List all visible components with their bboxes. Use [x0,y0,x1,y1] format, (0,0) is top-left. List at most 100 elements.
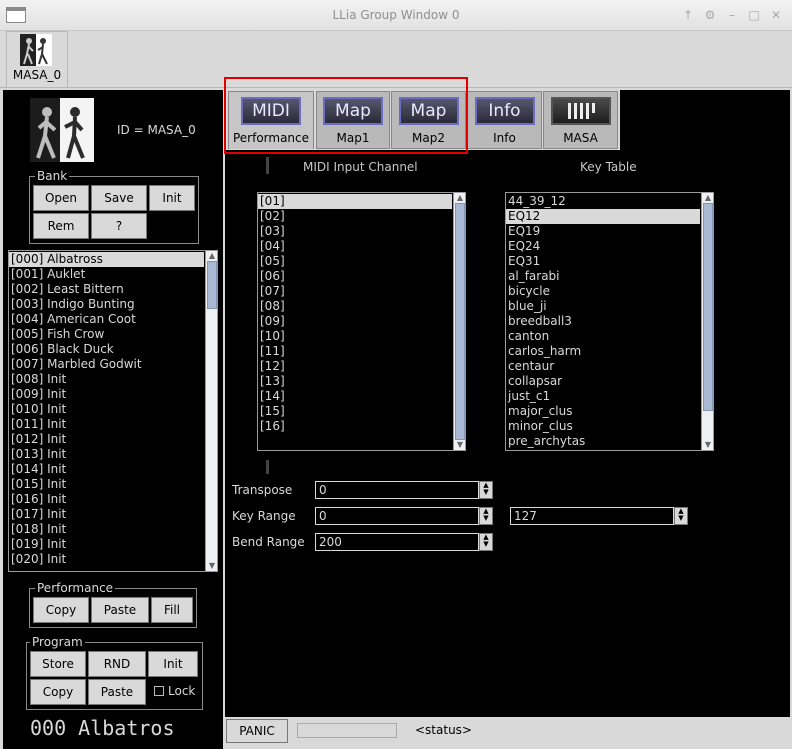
program-list-item[interactable]: [016] Init [9,492,204,507]
key-table-item[interactable]: major_clus [506,404,700,419]
key-table-item[interactable]: 44_39_12 [506,194,700,209]
maximize-button[interactable]: □ [746,7,762,23]
midi-channel-item[interactable]: [05] [258,254,452,269]
program-list-item[interactable]: [011] Init [9,417,204,432]
midi-channel-item[interactable]: [03] [258,224,452,239]
keep-above-icon[interactable]: ↑ [680,7,696,23]
panic-button[interactable]: PANIC [226,719,288,743]
performance-fill-button[interactable]: Fill [151,597,193,623]
bank-save-button[interactable]: Save [91,185,147,211]
bend-range-input[interactable]: 200 [315,533,479,551]
program-list-item[interactable]: [012] Init [9,432,204,447]
key-table-item[interactable]: blue_ji [506,299,700,314]
bend-range-spinner[interactable]: ▲ ▼ [479,533,493,551]
midi-channel-item[interactable]: [16] [258,419,452,434]
midi-channel-item[interactable]: [08] [258,299,452,314]
program-list-item[interactable]: [020] Init [9,552,204,567]
midi-channel-item[interactable]: [14] [258,389,452,404]
scroll-down-icon[interactable]: ▼ [206,561,217,571]
transpose-spinner[interactable]: ▲ ▼ [479,481,493,499]
midi-channel-item[interactable]: [13] [258,374,452,389]
midi-channel-item[interactable]: [11] [258,344,452,359]
tab-info[interactable]: Info Info [467,91,542,149]
program-list-item[interactable]: [002] Least Bittern [9,282,204,297]
program-list-scrollbar[interactable]: ▲ ▼ [205,251,217,571]
program-list-item[interactable]: [015] Init [9,477,204,492]
program-list-item[interactable]: [009] Init [9,387,204,402]
tab-masa[interactable]: MASA [543,91,618,149]
bank-remove-button[interactable]: Rem [33,213,89,239]
program-list-item[interactable]: [001] Auklet [9,267,204,282]
program-list-item[interactable]: [007] Marbled Godwit [9,357,204,372]
program-init-button[interactable]: Init [148,651,198,677]
scroll-down-icon[interactable]: ▼ [454,440,465,450]
bank-help-button[interactable]: ? [91,213,147,239]
program-list-item[interactable]: [019] Init [9,537,204,552]
program-list-item[interactable]: [003] Indigo Bunting [9,297,204,312]
program-list-item[interactable]: [005] Fish Crow [9,327,204,342]
midi-channel-item[interactable]: [10] [258,329,452,344]
key-table-list[interactable]: 44_39_12 EQ12 EQ19 EQ24 EQ31 al_farabi bicycle… [505,192,714,451]
key-table-scrollbar[interactable]: ▲ ▼ [701,193,713,450]
program-list-item[interactable]: [014] Init [9,462,204,477]
key-range-high-input[interactable]: 127 [510,507,674,525]
midi-channel-item[interactable]: [15] [258,404,452,419]
program-list-item[interactable]: [006] Black Duck [9,342,204,357]
program-list-item[interactable]: [000] Albatross [9,252,204,267]
scrollbar-thumb[interactable] [207,261,217,309]
scrollbar-thumb[interactable] [703,203,713,411]
key-table-item[interactable]: al_farabi [506,269,700,284]
key-table-item[interactable]: carlos_harm [506,344,700,359]
shade-icon[interactable]: ⚙ [702,7,718,23]
program-random-button[interactable]: RND [88,651,146,677]
transpose-input[interactable]: 0 [315,481,479,499]
key-table-item[interactable]: collapsar [506,374,700,389]
key-table-item[interactable]: canton [506,329,700,344]
performance-paste-button[interactable]: Paste [91,597,149,623]
key-table-item[interactable]: EQ24 [506,239,700,254]
program-list-item[interactable]: [008] Init [9,372,204,387]
midi-channel-item[interactable]: [06] [258,269,452,284]
group-tab-masa[interactable]: MASA_0 [6,31,68,88]
key-table-item[interactable]: breedball3 [506,314,700,329]
close-button[interactable]: ✕ [768,7,784,23]
key-table-item[interactable]: EQ19 [506,224,700,239]
key-table-item[interactable]: bicycle [506,284,700,299]
key-range-low-input[interactable]: 0 [315,507,479,525]
program-list-item[interactable]: [010] Init [9,402,204,417]
key-table-item[interactable]: minor_clus [506,419,700,434]
program-list-item[interactable]: [004] American Coot [9,312,204,327]
midi-channel-scrollbar[interactable]: ▲ ▼ [453,193,465,450]
scroll-down-icon[interactable]: ▼ [702,440,713,450]
midi-channel-item[interactable]: [12] [258,359,452,374]
scrollbar-thumb[interactable] [455,203,465,440]
key-table-item[interactable]: EQ12 [506,209,700,224]
program-list-item[interactable]: [018] Init [9,522,204,537]
key-table-item[interactable]: EQ31 [506,254,700,269]
midi-channel-item[interactable]: [04] [258,239,452,254]
program-list-item[interactable]: [013] Init [9,447,204,462]
program-list[interactable]: [000] Albatross [001] Auklet [002] Least B… [8,250,218,572]
bank-init-button[interactable]: Init [149,185,195,211]
midi-channel-item[interactable]: [02] [258,209,452,224]
midi-channel-list[interactable]: [01] [02] [03] [04] [05] [06] [07] [08] [09] [10]… [257,192,466,451]
midi-channel-item[interactable]: [07] [258,284,452,299]
key-table-item[interactable]: centaur [506,359,700,374]
program-paste-button[interactable]: Paste [88,679,146,705]
lock-checkbox[interactable] [154,686,164,696]
performance-copy-button[interactable]: Copy [33,597,89,623]
program-copy-button[interactable]: Copy [30,679,86,705]
midi-channel-item[interactable]: [09] [258,314,452,329]
midi-channel-item[interactable]: [01] [258,194,452,209]
scroll-up-icon[interactable]: ▲ [454,193,465,203]
key-table-item[interactable]: pre_archytas [506,434,700,449]
key-table-item[interactable]: just_c1 [506,389,700,404]
scroll-up-icon[interactable]: ▲ [702,193,713,203]
scroll-up-icon[interactable]: ▲ [206,251,217,261]
program-list-item[interactable]: [017] Init [9,507,204,522]
key-range-low-spinner[interactable]: ▲ ▼ [479,507,493,525]
program-store-button[interactable]: Store [30,651,86,677]
bank-open-button[interactable]: Open [33,185,89,211]
minimize-button[interactable]: – [724,7,740,23]
key-range-high-spinner[interactable]: ▲ ▼ [674,507,688,525]
